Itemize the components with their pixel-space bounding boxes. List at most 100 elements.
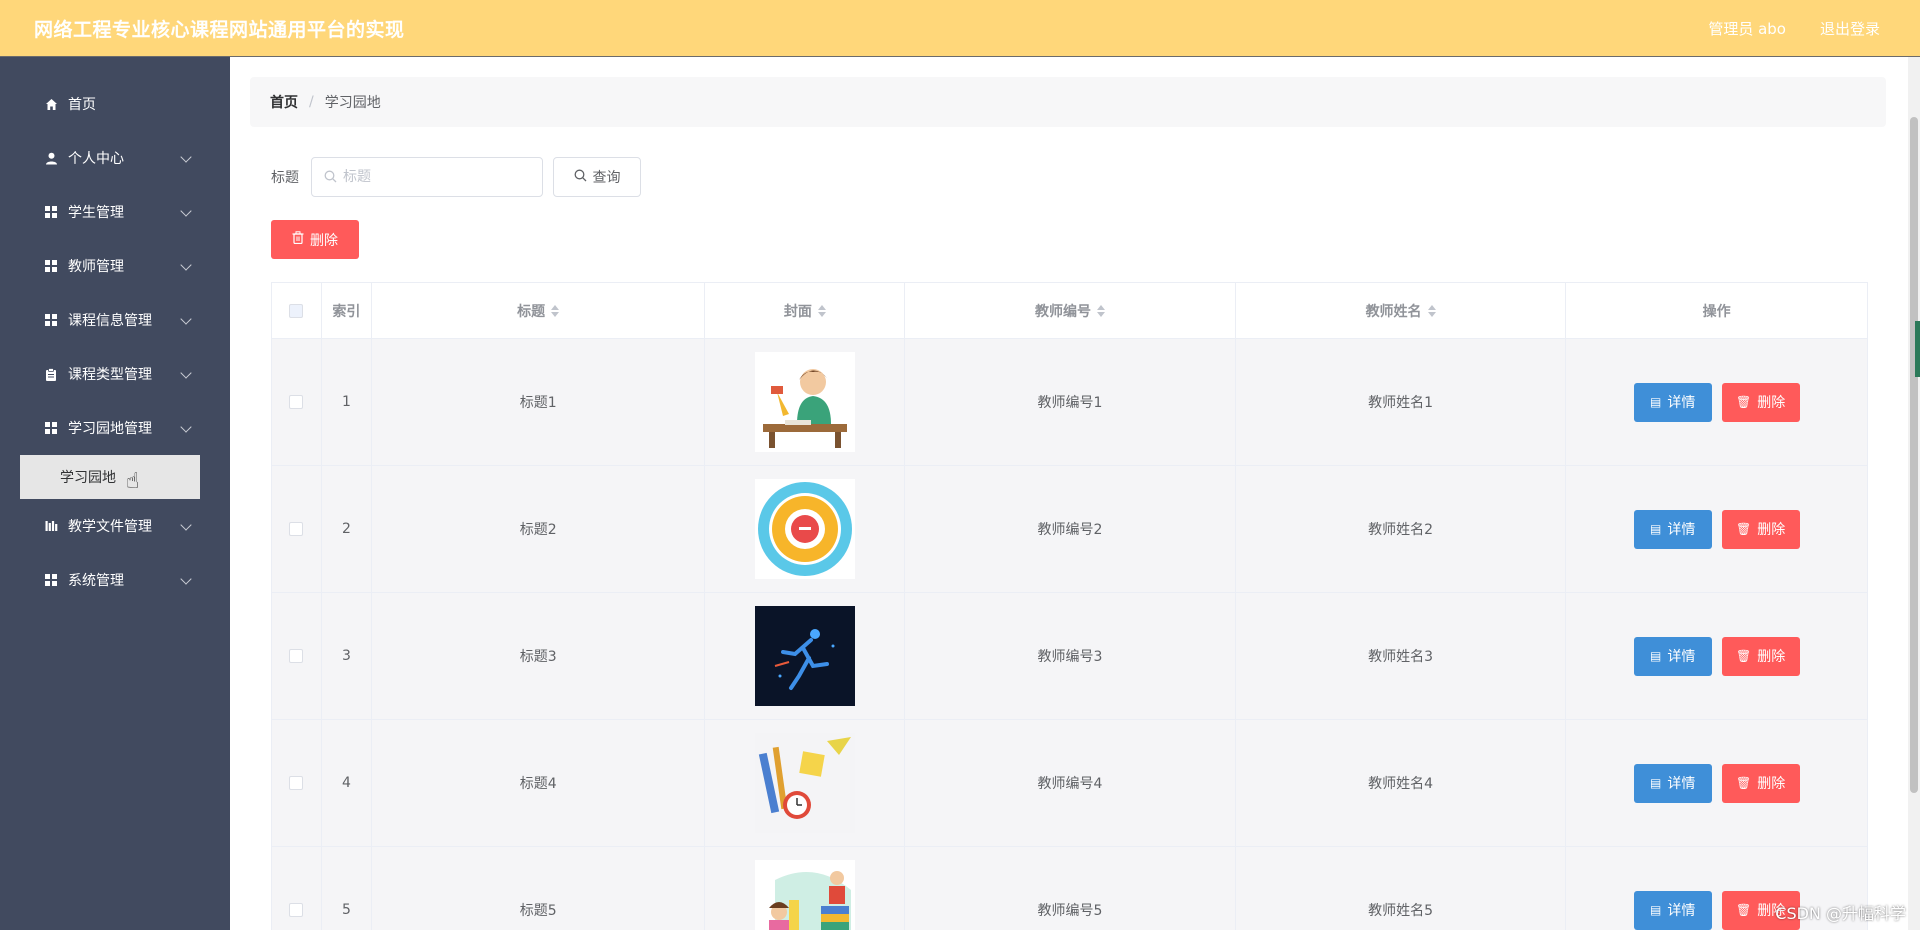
row-cover <box>705 593 906 719</box>
bulk-delete-button[interactable]: 删除 <box>271 220 359 259</box>
grid-icon <box>44 421 58 435</box>
detail-button-label: 详情 <box>1667 776 1696 792</box>
detail-button[interactable]: ▤ 详情 <box>1633 509 1712 549</box>
row-checkbox[interactable] <box>289 903 304 917</box>
detail-button-label: 详情 <box>1667 522 1696 538</box>
sidebar-item-personal-center[interactable]: 个人中心 <box>0 131 230 185</box>
row-title: 标题1 <box>372 339 706 465</box>
cover-image-children-reading[interactable] <box>754 860 855 930</box>
sort-icon[interactable] <box>817 304 826 317</box>
delete-button[interactable]: 🗑 删除 <box>1721 763 1800 803</box>
header-teacher-name-label: 教师姓名 <box>1365 303 1422 320</box>
row-teacher-no: 教师编号3 <box>905 593 1236 719</box>
detail-button[interactable]: ▤ 详情 <box>1633 382 1712 422</box>
select-all-checkbox[interactable] <box>289 303 304 318</box>
breadcrumb: 首页 / 学习园地 <box>250 77 1886 127</box>
chevron-down-icon <box>180 421 192 433</box>
search-input[interactable] <box>343 169 533 185</box>
sidebar-item-home[interactable]: 首页 <box>0 77 230 131</box>
sidebar-item-label: 学生管理 <box>68 205 124 221</box>
sidebar-item-course-type-management[interactable]: 课程类型管理 <box>0 347 230 401</box>
document-icon: ▤ <box>1650 649 1662 663</box>
search-icon <box>574 169 587 186</box>
home-icon <box>44 97 58 111</box>
bar-chart-icon <box>44 519 58 533</box>
header-teacher-name[interactable]: 教师姓名 <box>1236 283 1567 338</box>
logout-link[interactable]: 退出登录 <box>1820 18 1880 39</box>
sidebar-item-student-management[interactable]: 学生管理 <box>0 185 230 239</box>
header-teacher-no[interactable]: 教师编号 <box>905 283 1236 338</box>
top-right-actions: 管理员 abo 退出登录 <box>1708 18 1886 39</box>
header-cover[interactable]: 封面 <box>705 283 906 338</box>
cover-image-student-desk[interactable] <box>754 352 855 452</box>
sidebar-item-teaching-files-management[interactable]: 教学文件管理 <box>0 499 230 553</box>
chevron-down-icon <box>180 151 192 163</box>
table-header-row: 索引 标题 封面 教师编号 教师姓名 操作 <box>272 283 1867 339</box>
trash-icon: 🗑 <box>1736 649 1752 663</box>
sidebar-item-label: 课程类型管理 <box>68 367 152 383</box>
row-checkbox[interactable] <box>289 649 304 663</box>
row-checkbox[interactable] <box>289 522 304 536</box>
row-checkbox[interactable] <box>289 395 304 409</box>
delete-button-label: 删除 <box>1757 395 1786 411</box>
current-user: 管理员 abo <box>1708 19 1786 38</box>
cover-image-stationery[interactable] <box>754 733 855 833</box>
row-index: 1 <box>322 339 372 465</box>
delete-button[interactable]: 🗑 删除 <box>1721 636 1800 676</box>
chevron-down-icon <box>180 259 192 271</box>
header-title-label: 标题 <box>517 303 546 320</box>
sidebar-item-label: 课程信息管理 <box>68 313 152 329</box>
table-row: 2 标题2 教师编号2 教师姓名2 ▤ 详情 🗑 删除 <box>272 466 1867 593</box>
sidebar-subitem-label: 学习园地 <box>60 470 116 486</box>
row-select-cell <box>272 339 322 465</box>
trash-icon: 🗑 <box>1736 395 1752 409</box>
sidebar-item-label: 首页 <box>68 97 96 113</box>
hand-cursor-icon: ☝ <box>126 469 140 494</box>
sort-icon[interactable] <box>1427 304 1436 317</box>
page-scrollbar[interactable] <box>1908 57 1920 930</box>
sidebar-item-course-info-management[interactable]: 课程信息管理 <box>0 293 230 347</box>
chevron-down-icon <box>180 205 192 217</box>
chevron-down-icon <box>180 313 192 325</box>
chevron-down-icon <box>180 573 192 585</box>
sort-icon[interactable] <box>1096 304 1105 317</box>
header-title[interactable]: 标题 <box>372 283 706 338</box>
breadcrumb-separator: / <box>309 94 314 110</box>
sidebar-item-teacher-management[interactable]: 教师管理 <box>0 239 230 293</box>
cover-image-circle-diagram[interactable] <box>754 479 855 579</box>
row-teacher-name: 教师姓名5 <box>1236 847 1567 930</box>
query-button[interactable]: 查询 <box>553 157 641 197</box>
sidebar: 首页 个人中心 学生管理 教师管理 课程信息管理 课程类型管理 学习园地管理 学… <box>0 57 230 930</box>
scrollbar-thumb[interactable] <box>1910 117 1918 793</box>
sort-icon[interactable] <box>551 304 560 317</box>
top-bar: 网络工程专业核心课程网站通用平台的实现 管理员 abo 退出登录 <box>0 0 1920 57</box>
row-title: 标题2 <box>372 466 706 592</box>
delete-button[interactable]: 🗑 删除 <box>1721 509 1800 549</box>
row-actions: ▤ 详情 🗑 删除 <box>1566 720 1867 846</box>
row-cover <box>705 847 906 930</box>
grid-icon <box>44 205 58 219</box>
detail-button[interactable]: ▤ 详情 <box>1633 636 1712 676</box>
row-select-cell <box>272 593 322 719</box>
document-icon: ▤ <box>1650 395 1662 409</box>
breadcrumb-current: 学习园地 <box>324 95 381 111</box>
sidebar-item-system-management[interactable]: 系统管理 <box>0 553 230 607</box>
sidebar-item-study-garden-management[interactable]: 学习园地管理 <box>0 401 230 455</box>
breadcrumb-home[interactable]: 首页 <box>270 92 298 112</box>
row-teacher-name: 教师姓名2 <box>1236 466 1567 592</box>
search-icon <box>324 168 337 187</box>
delete-button[interactable]: 🗑 删除 <box>1721 382 1800 422</box>
row-checkbox[interactable] <box>289 776 304 790</box>
detail-button[interactable]: ▤ 详情 <box>1633 890 1712 930</box>
row-actions: ▤ 详情 🗑 删除 <box>1566 593 1867 719</box>
detail-button[interactable]: ▤ 详情 <box>1633 763 1712 803</box>
cover-image-runner[interactable] <box>754 606 855 706</box>
table-row: 3 标题3 教师编号3 教师姓名3 ▤ 详情 🗑 删除 <box>272 593 1867 720</box>
delete-button-label: 删除 <box>1757 776 1786 792</box>
sidebar-item-label: 系统管理 <box>68 573 124 589</box>
chevron-down-icon <box>180 367 192 379</box>
query-button-label: 查询 <box>592 170 621 186</box>
document-icon: ▤ <box>1650 522 1662 536</box>
sidebar-subitem-study-garden[interactable]: 学习园地 <box>20 455 200 499</box>
grid-icon <box>44 573 58 587</box>
